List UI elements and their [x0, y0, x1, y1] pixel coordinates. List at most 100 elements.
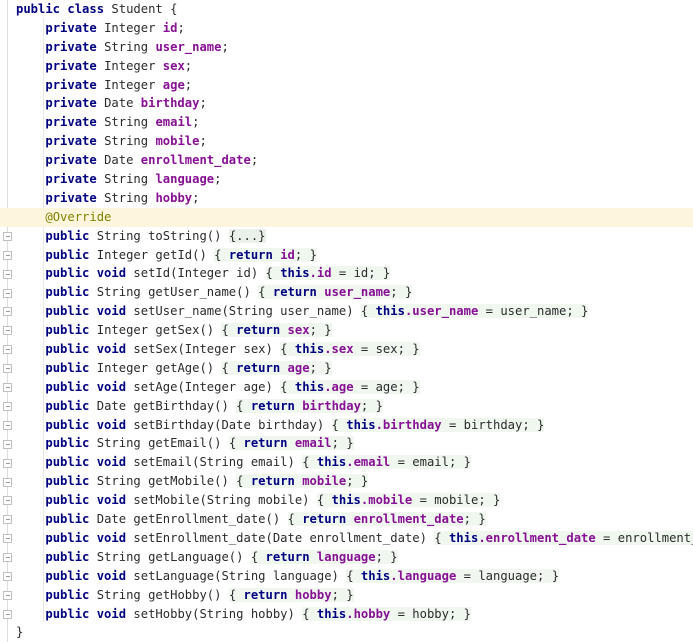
code-token: return	[243, 436, 295, 451]
code-line[interactable]: public String getMobile() { return mobil…	[0, 472, 693, 491]
code-token: return	[302, 512, 354, 527]
code-line[interactable]: public String getLanguage() { return lan…	[0, 548, 693, 567]
code-token: {	[221, 323, 237, 338]
code-token: {	[302, 606, 317, 621]
code-token: return	[250, 398, 303, 413]
code-token: Integer getAge()	[96, 360, 222, 375]
code-token: private	[45, 115, 105, 130]
code-line[interactable]: public Date getEnrollment_date() { retur…	[0, 510, 693, 529]
code-token: = email; }	[390, 455, 471, 470]
code-line[interactable]: public String getEmail() { return email;…	[0, 434, 693, 453]
code-token: {	[280, 342, 295, 357]
code-token: public void	[45, 455, 134, 470]
code-line[interactable]: private Integer age;	[0, 76, 693, 95]
code-line[interactable]: private String language;	[0, 170, 693, 189]
code-line[interactable]: public void setAge(Integer age) { this.a…	[0, 378, 693, 397]
code-token: ;	[184, 77, 193, 92]
code-line[interactable]: public Date getBirthday() { return birth…	[0, 397, 693, 416]
code-token: Integer getSex()	[96, 323, 222, 338]
code-token: ;	[192, 115, 200, 130]
code-line[interactable]: @Override	[0, 207, 693, 227]
code-token: ; }	[309, 323, 332, 338]
code-content[interactable]: public class Student { private Integer i…	[0, 0, 693, 642]
code-token: public	[45, 285, 97, 300]
code-line[interactable]: public Integer getId() { return id; }	[0, 246, 693, 265]
code-line[interactable]: }	[0, 623, 693, 642]
code-token: hobby	[155, 190, 193, 205]
code-line[interactable]: public String getUser_name() { return us…	[0, 283, 693, 302]
code-line[interactable]: private Integer id;	[0, 19, 693, 38]
code-line[interactable]: public void setEmail(String email) { thi…	[0, 453, 693, 472]
code-token: .birthday	[375, 417, 442, 432]
code-token: ;	[250, 153, 259, 168]
code-token: .language	[390, 568, 457, 583]
code-line[interactable]: public Integer getAge() { return age; }	[0, 359, 693, 378]
code-token: {	[228, 587, 244, 602]
code-token: this	[316, 606, 347, 621]
code-token: = birthday; }	[441, 417, 545, 432]
code-line[interactable]: public void setEnrollment_date(Date enro…	[0, 529, 693, 548]
code-token: id	[280, 247, 295, 262]
code-line[interactable]: public void setBirthday(Date birthday) {…	[0, 416, 693, 435]
code-line[interactable]: private String hobby;	[0, 189, 693, 208]
code-editor[interactable]: public class Student { private Integer i…	[0, 0, 693, 642]
code-line[interactable]: public String getHobby() { return hobby;…	[0, 586, 693, 605]
code-token: {	[265, 266, 281, 281]
code-token: public void	[45, 379, 134, 394]
code-line[interactable]: public void setLanguage(String language)…	[0, 567, 693, 586]
code-line[interactable]: public void setHobby(String hobby) { thi…	[0, 605, 693, 624]
code-token: public class	[16, 2, 112, 16]
code-token: setMobile(String mobile)	[133, 493, 317, 508]
code-token: return	[228, 247, 281, 262]
code-line[interactable]: private Integer sex;	[0, 57, 693, 76]
code-token: String	[104, 190, 156, 205]
code-token: public	[45, 398, 97, 413]
code-token: {	[214, 247, 229, 262]
code-token: = id; }	[331, 266, 391, 281]
code-line[interactable]: public void setSex(Integer sex) { this.s…	[0, 340, 693, 359]
code-line[interactable]: public String toString() {...}	[0, 227, 693, 246]
code-token: = enrollment_date; }	[595, 530, 693, 545]
code-line[interactable]: public void setUser_name(String user_nam…	[0, 302, 693, 321]
code-line[interactable]: public Integer getSex() { return sex; }	[0, 321, 693, 340]
code-token: String getUser_name()	[96, 285, 259, 300]
code-line[interactable]: public void setId(Integer id) { this.id …	[0, 264, 693, 283]
code-line[interactable]: private Date birthday;	[0, 94, 693, 113]
code-token: return	[236, 323, 288, 338]
code-token: ; }	[331, 587, 354, 602]
code-line[interactable]: public class Student {	[0, 0, 693, 19]
code-token: {	[360, 304, 376, 319]
code-line[interactable]: private String mobile;	[0, 132, 693, 151]
code-token: ;	[199, 96, 207, 111]
code-token: .id	[309, 266, 332, 281]
code-token: String getEmail()	[96, 436, 229, 451]
code-token: Integer getId()	[96, 247, 215, 262]
code-token: ;	[177, 20, 185, 35]
code-token: private	[45, 58, 105, 73]
code-token: String getHobby()	[96, 587, 229, 602]
code-token: Integer	[104, 20, 163, 35]
code-token: email	[155, 115, 193, 130]
code-line[interactable]: private String email;	[0, 113, 693, 132]
code-token: language	[155, 172, 215, 187]
code-token: id	[162, 20, 178, 35]
code-line[interactable]: private String user_name;	[0, 38, 693, 57]
code-token: ;	[221, 39, 229, 54]
code-line[interactable]: public void setMobile(String mobile) { t…	[0, 491, 693, 510]
code-token: public void	[45, 530, 134, 545]
code-token: = user_name; }	[478, 304, 589, 319]
code-token: Date getBirthday()	[96, 398, 237, 413]
code-token: ;	[192, 190, 200, 205]
code-line[interactable]: private Date enrollment_date;	[0, 151, 693, 170]
